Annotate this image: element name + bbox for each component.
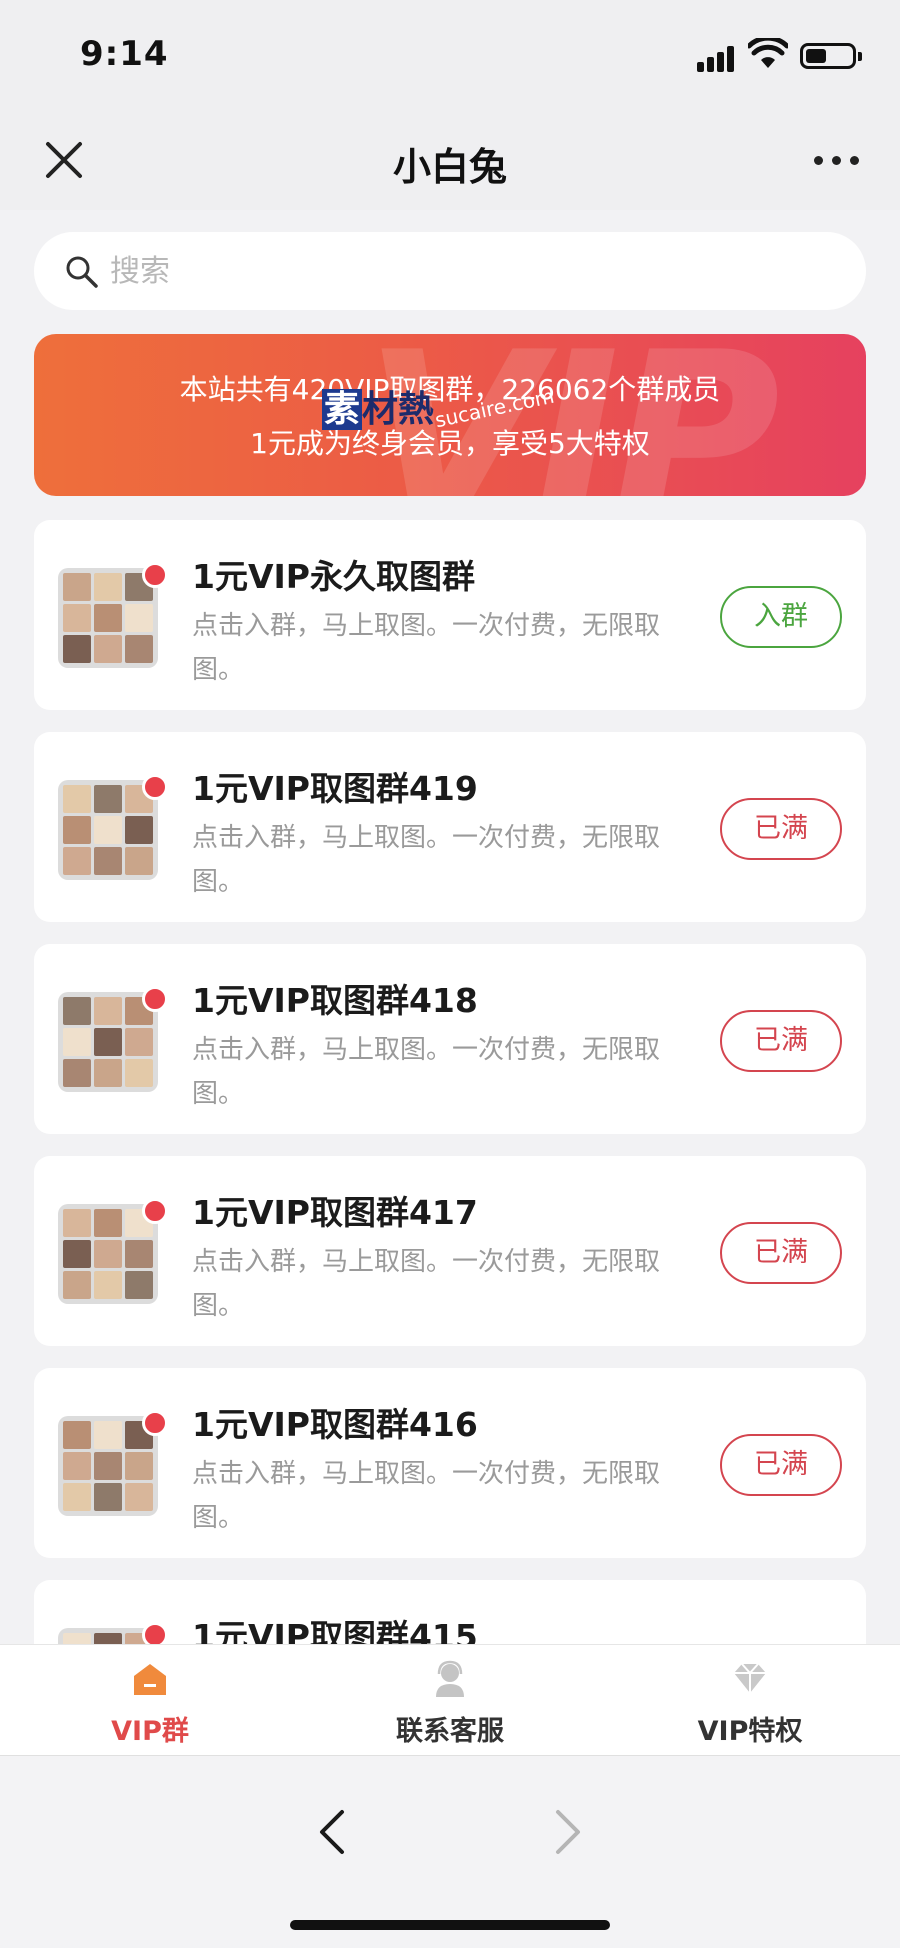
group-card[interactable]: 1元VIP取图群416 点击入群，马上取图。一次付费，无限取图。 已满 — [34, 1368, 866, 1558]
tab-vip-privileges[interactable]: VIP特权 — [600, 1645, 900, 1757]
unread-badge — [142, 1622, 168, 1644]
group-title: 1元VIP取图群415 — [192, 1617, 478, 1644]
more-icon[interactable] — [806, 140, 866, 180]
join-group-button[interactable]: 入群 — [720, 586, 842, 648]
unread-badge — [142, 562, 168, 588]
group-title: 1元VIP取图群417 — [192, 1193, 478, 1232]
tab-label: 联系客服 — [396, 1716, 504, 1747]
signal-icon — [697, 44, 739, 72]
group-card[interactable]: 1元VIP取图群419 点击入群，马上取图。一次付费，无限取图。 已满 — [34, 732, 866, 922]
tab-vip-group[interactable]: VIP群 — [0, 1645, 300, 1757]
group-title: 1元VIP取图群416 — [192, 1405, 478, 1444]
group-card[interactable]: 1元VIP取图群418 点击入群，马上取图。一次付费，无限取图。 已满 — [34, 944, 866, 1134]
forward-arrow-icon[interactable] — [548, 1806, 588, 1858]
customer-service-icon — [436, 1660, 464, 1697]
group-description: 点击入群，马上取图。一次付费，无限取图。 — [192, 1459, 661, 1533]
group-avatar — [58, 992, 158, 1092]
group-card[interactable]: 1元VIP取图群417 点击入群，马上取图。一次付费，无限取图。 已满 — [34, 1156, 866, 1346]
search-bar[interactable] — [34, 232, 866, 310]
unread-badge — [142, 774, 168, 800]
group-title: 1元VIP取图群419 — [192, 769, 478, 808]
tab-label: VIP特权 — [697, 1716, 803, 1747]
tab-label: VIP群 — [111, 1716, 189, 1747]
group-title: 1元VIP取图群418 — [192, 981, 478, 1020]
unread-badge — [142, 986, 168, 1012]
group-avatar — [58, 1204, 158, 1304]
group-card[interactable]: 1元VIP取图群415 — [34, 1580, 866, 1644]
battery-icon — [800, 43, 862, 69]
group-avatar — [58, 1416, 158, 1516]
home-indicator — [290, 1920, 610, 1930]
status-time: 9:14 — [80, 34, 169, 74]
group-description: 点击入群，马上取图。一次付费，无限取图。 — [192, 611, 661, 685]
back-arrow-icon[interactable] — [312, 1806, 352, 1858]
browser-nav — [0, 1756, 900, 1948]
group-description: 点击入群，马上取图。一次付费，无限取图。 — [192, 823, 661, 897]
watermark-sub: sucaire.com — [432, 383, 557, 433]
group-description: 点击入群，马上取图。一次付费，无限取图。 — [192, 1247, 661, 1321]
diamond-icon — [734, 1663, 766, 1693]
unread-badge — [142, 1198, 168, 1224]
group-card[interactable]: 1元VIP永久取图群点击入群，马上取图。一次付费，无限取图。 入群 — [34, 520, 866, 710]
group-full-button[interactable]: 已满 — [720, 1434, 842, 1496]
watermark-main: 素材熱 — [322, 389, 435, 430]
group-avatar — [58, 780, 158, 880]
search-icon — [66, 256, 98, 288]
house-icon — [134, 1664, 166, 1695]
group-description: 点击入群，马上取图。一次付费，无限取图。 — [192, 1035, 661, 1109]
tab-customer-service[interactable]: 联系客服 — [300, 1645, 600, 1757]
nav-bar: 小白兔 — [0, 110, 900, 210]
group-full-button[interactable]: 已满 — [720, 798, 842, 860]
group-title: 1元VIP永久取图群 — [192, 557, 475, 596]
group-avatar — [58, 568, 158, 668]
page-title: 小白兔 — [392, 145, 507, 189]
wifi-icon — [748, 38, 788, 68]
group-full-button[interactable]: 已满 — [720, 1010, 842, 1072]
status-bar: 9:14 — [0, 0, 900, 110]
group-list: 1元VIP永久取图群 点击入群，马上取图。一次付费，无限取图。 入群 1元VIP取图群… — [34, 520, 866, 1644]
search-input[interactable] — [110, 246, 830, 296]
bottom-tab-bar: VIP群 联系客服 VIP特权 — [0, 1644, 900, 1756]
group-full-button[interactable]: 已满 — [720, 1222, 842, 1284]
watermark-logo: 素材熱 sucaire.com — [322, 380, 562, 440]
unread-badge — [142, 1410, 168, 1436]
